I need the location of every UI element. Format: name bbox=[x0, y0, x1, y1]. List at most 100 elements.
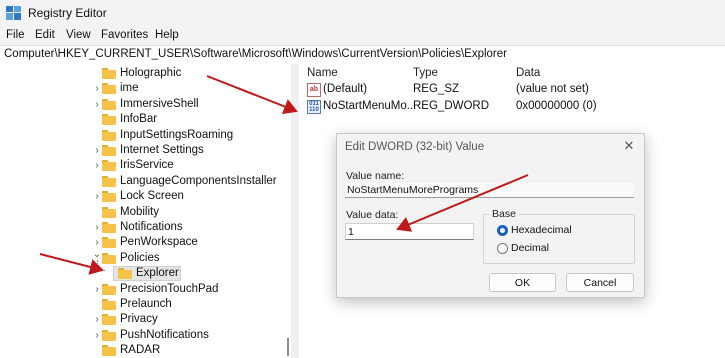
column-header-data[interactable]: Data bbox=[516, 67, 540, 79]
value-name-field[interactable]: NoStartMenuMorePrograms bbox=[345, 183, 634, 198]
chevron-right-icon[interactable]: › bbox=[92, 237, 102, 249]
menu-favorites[interactable]: Favorites bbox=[101, 29, 148, 41]
folder-body bbox=[102, 147, 116, 156]
menu-help[interactable]: Help bbox=[155, 29, 179, 41]
tree-guide-line bbox=[97, 270, 105, 271]
base-groupbox bbox=[483, 214, 635, 264]
decimal-radio[interactable] bbox=[497, 243, 508, 254]
tree-item-label: Notifications bbox=[120, 221, 183, 233]
tree-item-label: InputSettingsRoaming bbox=[120, 128, 234, 141]
folder-icon bbox=[102, 299, 116, 310]
menu-file[interactable]: File bbox=[6, 29, 25, 41]
tree-item[interactable]: › Lock Screen bbox=[0, 189, 290, 205]
tree-item[interactable]: InputSettingsRoaming bbox=[0, 128, 290, 144]
folder-body bbox=[102, 239, 116, 249]
ok-button[interactable]: OK bbox=[489, 273, 556, 292]
folder-body bbox=[118, 270, 132, 280]
cancel-button[interactable]: Cancel bbox=[566, 273, 634, 292]
tree-item-label: LanguageComponentsInstaller bbox=[120, 174, 277, 187]
value-row-default[interactable]: ab (Default) REG_SZ (value not set) bbox=[299, 82, 725, 98]
folder-icon bbox=[102, 222, 116, 233]
column-header-type[interactable]: Type bbox=[413, 67, 438, 79]
registry-editor-icon bbox=[6, 6, 21, 20]
tree-item-label: Prelaunch bbox=[120, 298, 172, 310]
tree-item[interactable]: RADAR bbox=[0, 343, 290, 358]
tree-item[interactable]: › PushNotifications bbox=[0, 328, 290, 344]
folder-icon bbox=[102, 237, 116, 249]
tree-item[interactable]: Prelaunch bbox=[0, 297, 290, 313]
dialog-title: Edit DWORD (32-bit) Value bbox=[345, 141, 485, 153]
tree-item[interactable]: Mobility bbox=[0, 205, 290, 221]
pane-splitter[interactable] bbox=[291, 64, 299, 358]
value-row-nostartmenu[interactable]: 011 110 NoStartMenuMo... REG_DWORD 0x0000… bbox=[299, 99, 725, 115]
chevron-right-icon[interactable]: › bbox=[92, 314, 102, 326]
folder-body bbox=[102, 116, 116, 126]
tree-item[interactable]: › ime bbox=[0, 81, 290, 97]
close-icon[interactable]: ✕ bbox=[622, 138, 636, 154]
address-bar[interactable]: Computer\HKEY_CURRENT_USER\Software\Micr… bbox=[0, 45, 725, 65]
tree-item[interactable]: Explorer bbox=[113, 266, 181, 282]
folder-icon bbox=[102, 314, 116, 326]
chevron-right-icon[interactable]: › bbox=[92, 330, 102, 342]
tree-item[interactable]: ⌄ Policies bbox=[0, 249, 290, 267]
tree-item-label: Lock Screen bbox=[120, 190, 184, 203]
folder-body bbox=[102, 285, 116, 295]
folder-body bbox=[102, 331, 116, 341]
menu-edit[interactable]: Edit bbox=[35, 29, 55, 41]
tree-item[interactable]: Holographic bbox=[0, 66, 290, 82]
tree-item-label: Explorer bbox=[136, 267, 179, 280]
folder-icon bbox=[102, 191, 116, 203]
value-name-label: Value name: bbox=[346, 170, 405, 182]
tree-item-label: ime bbox=[120, 82, 139, 95]
chevron-right-icon[interactable]: › bbox=[92, 83, 102, 95]
tree-item-label: PenWorkspace bbox=[120, 236, 198, 249]
folder-icon bbox=[118, 268, 132, 280]
tree-item[interactable]: › IrisService bbox=[0, 158, 290, 174]
column-header-name[interactable]: Name bbox=[307, 67, 338, 79]
folder-body bbox=[102, 316, 116, 326]
tree-item[interactable]: › Notifications bbox=[0, 220, 290, 236]
folder-body bbox=[102, 347, 116, 357]
tree-item-label: IrisService bbox=[120, 159, 174, 172]
registry-tree[interactable]: Holographic › ime › ImmersiveShell InfoBar Inp… bbox=[0, 64, 291, 358]
tree-item-label: RADAR bbox=[120, 344, 161, 357]
folder-body bbox=[102, 224, 116, 233]
tree-scrollbar-thumb[interactable] bbox=[287, 338, 289, 356]
address-path: Computer\HKEY_CURRENT_USER\Software\Micr… bbox=[4, 48, 507, 60]
chevron-right-icon[interactable]: › bbox=[92, 191, 102, 203]
value-name: (Default) bbox=[323, 83, 368, 95]
title-bar: Registry Editor bbox=[0, 0, 725, 26]
chevron-right-icon[interactable]: › bbox=[92, 222, 102, 234]
menu-view[interactable]: View bbox=[66, 29, 91, 41]
chevron-right-icon[interactable]: › bbox=[92, 145, 102, 157]
chevron-right-icon[interactable]: › bbox=[92, 284, 102, 296]
tree-item-label: PushNotifications bbox=[120, 328, 209, 341]
tree-item[interactable]: › PrecisionTouchPad bbox=[0, 282, 290, 298]
tree-item[interactable]: › PenWorkspace bbox=[0, 235, 290, 251]
tree-item[interactable]: › Privacy bbox=[0, 312, 290, 328]
folder-icon bbox=[102, 283, 116, 295]
chevron-down-icon[interactable]: ⌄ bbox=[92, 249, 102, 261]
value-data-input[interactable]: 1 bbox=[345, 223, 474, 240]
string-value-icon: ab bbox=[307, 83, 321, 97]
tree-item[interactable]: › ImmersiveShell bbox=[0, 97, 290, 113]
chevron-right-icon[interactable]: › bbox=[92, 99, 102, 111]
chevron-right-icon[interactable]: › bbox=[92, 160, 102, 172]
value-data: (value not set) bbox=[516, 83, 589, 95]
folder-icon bbox=[102, 145, 116, 156]
folder-icon bbox=[102, 329, 116, 341]
folder-icon bbox=[102, 345, 116, 357]
dword-value-icon: 011 110 bbox=[307, 100, 321, 114]
tree-item[interactable]: LanguageComponentsInstaller bbox=[0, 174, 290, 190]
tree-item[interactable]: › Internet Settings bbox=[0, 143, 290, 159]
decimal-label[interactable]: Decimal bbox=[511, 242, 549, 254]
tree-item-label: Internet Settings bbox=[120, 144, 204, 156]
folder-icon bbox=[102, 114, 116, 126]
hexadecimal-label[interactable]: Hexadecimal bbox=[511, 224, 572, 236]
tree-item[interactable]: InfoBar bbox=[0, 112, 290, 128]
window-title: Registry Editor bbox=[28, 6, 107, 20]
tree-item-label: Holographic bbox=[120, 67, 182, 79]
tree-item-label: InfoBar bbox=[120, 113, 158, 126]
tree-item-label: Privacy bbox=[120, 313, 158, 326]
hexadecimal-radio[interactable] bbox=[497, 225, 508, 236]
